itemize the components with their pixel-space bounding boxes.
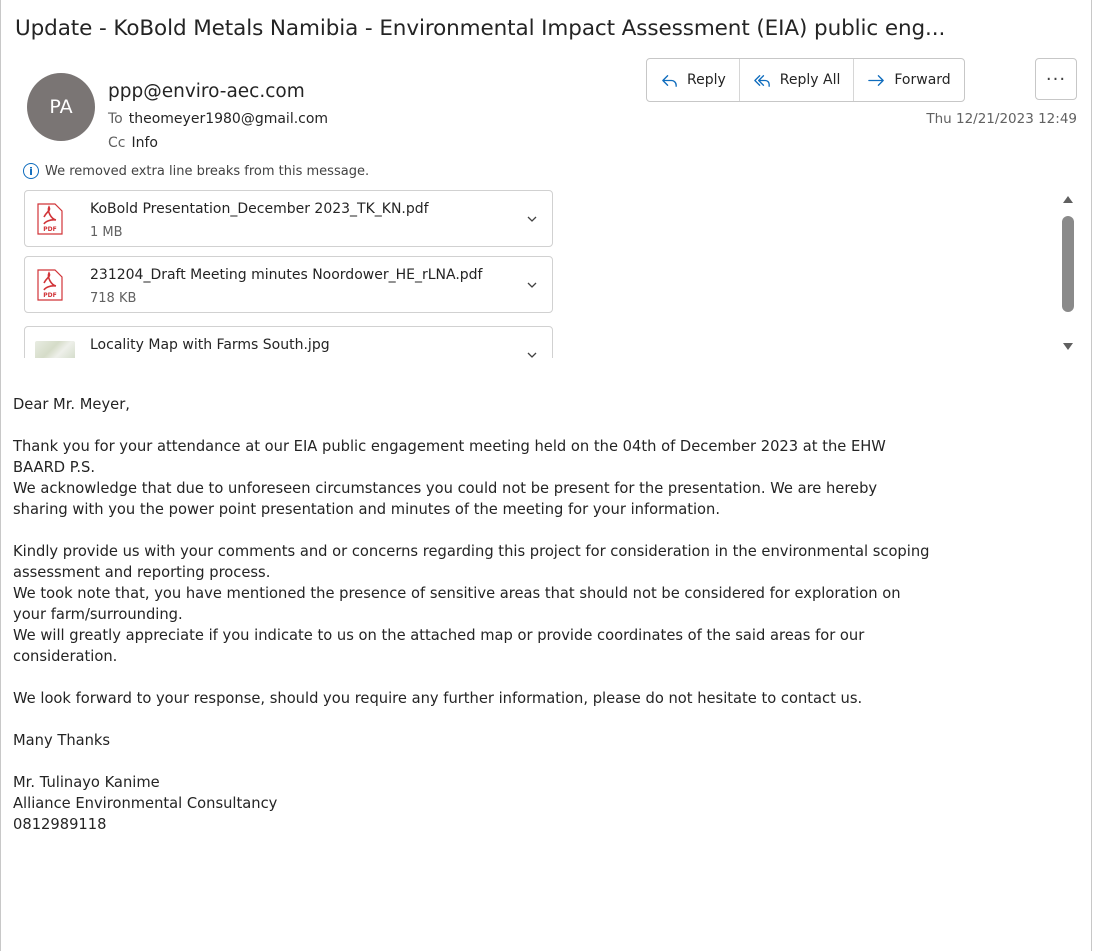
attachment-name: KoBold Presentation_December 2023_TK_KN.… (90, 201, 429, 217)
body-line: assessment and reporting process. (13, 564, 271, 581)
signature-phone: 0812989118 (13, 816, 107, 833)
greeting: Dear Mr. Meyer, (13, 396, 130, 413)
sender-email[interactable]: ppp@enviro-aec.com (108, 81, 305, 102)
cc-label: Cc (108, 135, 126, 151)
chevron-down-icon[interactable] (526, 349, 538, 358)
svg-text:PDF: PDF (43, 292, 56, 299)
body-line: sharing with you the power point present… (13, 501, 721, 518)
to-recipient[interactable]: theomeyer1980@gmail.com (129, 111, 328, 127)
forward-arrow-icon (868, 74, 885, 86)
reply-all-icon (754, 74, 770, 87)
attachment-name: Locality Map with Farms South.jpg (90, 337, 330, 353)
scroll-up-arrow-icon[interactable] (1063, 196, 1073, 203)
attachment-size: 718 KB (90, 291, 137, 306)
body-line: We took note that, you have mentioned th… (13, 585, 901, 602)
sender-avatar[interactable]: PA (27, 73, 95, 141)
message-actions: Reply Reply All Forward (646, 58, 965, 102)
email-subject: Update - KoBold Metals Namibia - Environ… (15, 16, 946, 41)
reply-button[interactable]: Reply (647, 59, 740, 101)
signature-name: Mr. Tulinayo Kanime (13, 774, 160, 791)
notice-text: We removed extra line breaks from this m… (45, 163, 370, 179)
body-line: Thank you for your attendance at our EIA… (13, 438, 886, 455)
message-body: Dear Mr. Meyer, Thank you for your atten… (13, 394, 1083, 835)
to-line: To theomeyer1980@gmail.com (108, 111, 328, 127)
attachments-list: PDF KoBold Presentation_December 2023_TK… (24, 190, 554, 358)
attachment-item[interactable]: Locality Map with Farms South.jpg (24, 326, 553, 358)
chevron-down-icon[interactable] (526, 213, 538, 225)
body-line: Kindly provide us with your comments and… (13, 543, 930, 560)
received-date: Thu 12/21/2023 12:49 (926, 111, 1077, 127)
body-line: BAARD P.S. (13, 459, 95, 476)
attachment-item[interactable]: PDF 231204_Draft Meeting minutes Noordow… (24, 256, 553, 313)
svg-text:PDF: PDF (43, 226, 56, 233)
info-icon: i (23, 163, 39, 179)
attachment-item[interactable]: PDF KoBold Presentation_December 2023_TK… (24, 190, 553, 247)
closing: Many Thanks (13, 732, 111, 749)
reply-all-button[interactable]: Reply All (740, 59, 855, 101)
attachments-scrollbar[interactable] (1058, 192, 1078, 352)
reply-icon (662, 74, 677, 87)
notice-bar: i We removed extra line breaks from this… (23, 163, 369, 179)
body-line: We acknowledge that due to unforeseen ci… (13, 480, 878, 497)
forward-button[interactable]: Forward (854, 59, 963, 101)
attachment-size: 1 MB (90, 225, 123, 240)
more-actions-button[interactable]: ··· (1035, 58, 1077, 100)
scroll-down-arrow-icon[interactable] (1063, 343, 1073, 350)
reply-label: Reply (687, 72, 726, 88)
pdf-file-icon: PDF (37, 203, 63, 235)
scroll-thumb[interactable] (1062, 216, 1074, 312)
signature-company: Alliance Environmental Consultancy (13, 795, 278, 812)
pdf-file-icon: PDF (37, 269, 63, 301)
body-line: consideration. (13, 648, 118, 665)
cc-line: Cc Info (108, 135, 158, 151)
forward-label: Forward (894, 72, 951, 88)
body-line: your farm/surrounding. (13, 606, 183, 623)
attachment-name: 231204_Draft Meeting minutes Noordower_H… (90, 267, 483, 283)
image-thumbnail-icon (35, 341, 75, 358)
reply-all-label: Reply All (779, 72, 841, 88)
chevron-down-icon[interactable] (526, 279, 538, 291)
cc-recipient[interactable]: Info (131, 135, 158, 151)
body-line: We look forward to your response, should… (13, 690, 863, 707)
body-line: We will greatly appreciate if you indica… (13, 627, 865, 644)
to-label: To (108, 111, 123, 127)
